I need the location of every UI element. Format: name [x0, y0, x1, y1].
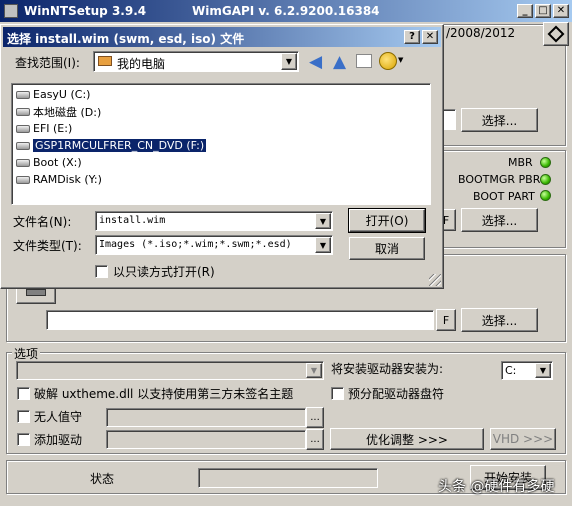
edition-select[interactable]: ▼ [16, 361, 324, 380]
options-legend: 选项 [12, 345, 41, 362]
bootmgr-pbr-label: BOOTMGR PBR [458, 173, 541, 186]
back-arrow-icon[interactable]: ◀ [309, 52, 322, 72]
filename-input[interactable]: install.wim ▼ [95, 211, 333, 231]
drive-item-f[interactable]: GSP1RMCULFRER_CN_DVD (F:) [12, 137, 430, 154]
drive-label: GSP1RMCULFRER_CN_DVD (F:) [33, 139, 207, 152]
drive-label: RAMDisk (Y:) [33, 173, 102, 186]
drive-label: EasyU (C:) [33, 88, 91, 101]
install-drive-letter-select[interactable]: C: ▼ [501, 361, 553, 380]
drive-item-c[interactable]: EasyU (C:) [12, 86, 430, 103]
install-browse-button[interactable]: 选择... [461, 308, 538, 332]
drive-item-e[interactable]: EFI (E:) [12, 120, 430, 137]
unattended-path-input[interactable] [106, 408, 306, 427]
mbr-status-led [540, 157, 551, 168]
install-f-button[interactable]: F [436, 309, 456, 331]
app-title: WinNTSetup 3.9.4 [24, 4, 147, 18]
readonly-label: 以只读方式打开(R) [113, 265, 215, 279]
drive-icon [16, 90, 30, 99]
add-driver-checkbox[interactable] [17, 433, 30, 446]
drive-item-d[interactable]: 本地磁盘 (D:) [12, 103, 430, 120]
open-file-dialog: 选择 install.wim (swm, esd, iso) 文件 ? ✕ 查找… [0, 24, 444, 289]
tweaks-button[interactable]: 优化调整 >>> [330, 428, 484, 450]
lookin-value: 我的电脑 [117, 57, 166, 71]
bootmgr-status-led [540, 174, 551, 185]
drive-icon [16, 158, 30, 167]
view-menu-icon[interactable] [379, 52, 397, 70]
drive-item-x[interactable]: Boot (X:) [12, 154, 430, 171]
uxtheme-label: 破解 uxtheme.dll 以支持使用第三方未签名主题 [34, 387, 294, 401]
help-button[interactable]: ? [404, 30, 420, 44]
dvd-drive-icon [16, 141, 30, 150]
chevron-down-icon[interactable]: ▼ [315, 213, 331, 229]
drive-label: EFI (E:) [33, 122, 73, 135]
drive-icon [16, 124, 30, 133]
filetype-value: Images (*.iso;*.wim;*.swm;*.esd) [99, 239, 292, 250]
readonly-checkbox[interactable] [95, 265, 108, 278]
chevron-down-icon[interactable]: ▼ [281, 53, 297, 70]
close-button[interactable]: ✕ [553, 4, 569, 18]
dialog-titlebar[interactable]: 选择 install.wim (swm, esd, iso) 文件 ? ✕ [3, 27, 441, 47]
boot-browse-button[interactable]: 选择... [461, 208, 538, 232]
hard-disk-icon [26, 289, 46, 296]
bootpart-status-led [540, 190, 551, 201]
unattended-browse-button[interactable]: ... [306, 407, 324, 428]
main-titlebar[interactable]: WinNTSetup 3.9.4 WimGAPI v. 6.2.9200.163… [0, 0, 572, 22]
prealloc-label: 预分配驱动器盘符 [348, 387, 445, 401]
source-browse-button[interactable]: 选择... [461, 108, 538, 132]
drive-label: Boot (X:) [33, 156, 82, 169]
maximize-button[interactable]: □ [535, 4, 551, 18]
cancel-button[interactable]: 取消 [349, 237, 425, 260]
dialog-close-button[interactable]: ✕ [422, 30, 438, 44]
lookin-label: 查找范围(I): [15, 56, 80, 70]
filename-label: 文件名(N): [13, 215, 72, 229]
minimize-button[interactable]: _ [517, 4, 533, 18]
install-drive-letter-value: C: [505, 364, 517, 377]
new-folder-icon[interactable] [356, 54, 372, 68]
unattended-checkbox[interactable] [17, 410, 30, 423]
chevron-down-icon[interactable]: ▼ [315, 237, 331, 253]
open-button[interactable]: 打开(O) [348, 208, 426, 233]
driver-path-input[interactable] [106, 430, 306, 449]
chevron-down-icon[interactable]: ▼ [306, 363, 322, 378]
prealloc-checkbox[interactable] [331, 387, 344, 400]
drive-icon [16, 175, 30, 184]
drive-label: 本地磁盘 (D:) [33, 105, 102, 119]
install-drive-as-label: 将安装驱动器安装为: [331, 362, 444, 376]
mbr-label: MBR [508, 156, 533, 169]
diamond-settings-icon [547, 25, 565, 43]
os-version-label: /2008/2012 [446, 26, 516, 40]
view-menu-arrow-icon[interactable]: ▼ [398, 56, 403, 64]
progress-bar [198, 468, 378, 488]
driver-browse-button[interactable]: ... [306, 429, 324, 450]
status-label: 状态 [90, 472, 115, 486]
watermark: 头条 @硬件有多硬 [438, 479, 555, 495]
up-folder-icon[interactable]: ▲ [333, 52, 346, 72]
drive-list[interactable]: EasyU (C:) 本地磁盘 (D:) EFI (E:) GSP1RMCULF… [11, 83, 431, 205]
app-icon [4, 4, 18, 18]
dialog-title: 选择 install.wim (swm, esd, iso) 文件 [7, 32, 245, 46]
filename-value: install.wim [99, 215, 166, 226]
install-drive-input[interactable] [46, 310, 434, 330]
filetype-select[interactable]: Images (*.iso;*.wim;*.swm;*.esd) ▼ [95, 235, 333, 255]
wimgapi-version: WimGAPI v. 6.2.9200.16384 [192, 4, 380, 18]
drive-item-y[interactable]: RAMDisk (Y:) [12, 171, 430, 188]
vhd-button[interactable]: VHD >>> [490, 428, 556, 450]
unattended-label: 无人值守 [34, 410, 83, 424]
lookin-select[interactable]: 我的电脑 ▼ [93, 51, 299, 72]
computer-icon [98, 56, 112, 66]
chevron-down-icon[interactable]: ▼ [535, 363, 551, 378]
filetype-label: 文件类型(T): [13, 239, 82, 253]
drive-icon [16, 107, 30, 116]
resize-grip-icon[interactable] [429, 274, 441, 286]
boot-part-label: BOOT PART [473, 190, 535, 203]
uxtheme-checkbox[interactable] [17, 387, 30, 400]
add-driver-label: 添加驱动 [34, 433, 83, 447]
settings-button[interactable] [543, 22, 569, 46]
